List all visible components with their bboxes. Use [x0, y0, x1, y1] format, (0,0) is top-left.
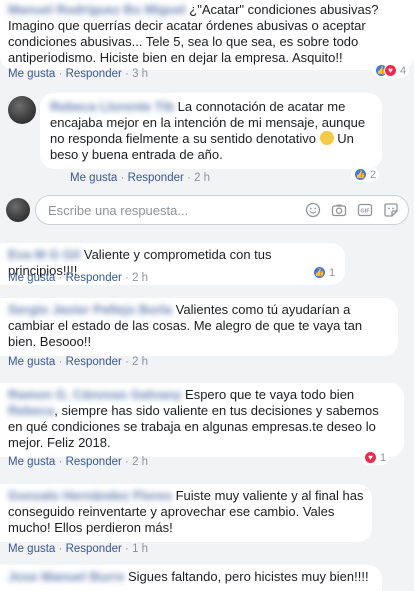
comment-text: Sigues faltando, pero hicistes muy bien!…	[127, 569, 369, 584]
comment-actions: Me gusta · Responder · 2 h	[8, 356, 149, 368]
like-icon: 👍	[354, 168, 367, 181]
comment-time[interactable]: 2 h	[132, 456, 148, 468]
comment-actions: Me gusta · Responder · 1 h	[8, 543, 149, 555]
like-icon: 👍	[313, 266, 326, 279]
comment-author[interactable]: Jose Manuel Burre	[8, 569, 124, 584]
smiley-icon	[319, 131, 334, 145]
comment-actions: Me gusta · Responder · 2 h	[70, 172, 211, 184]
comment-author[interactable]: Rebeca Llorente Tib	[50, 99, 174, 114]
comment-bubble: Rebeca Llorente Tib La connotación de ac…	[40, 93, 382, 169]
comment-author[interactable]: Eva M G Gil	[8, 247, 80, 262]
gif-icon[interactable]: GIF	[356, 201, 374, 219]
sticker-icon[interactable]	[382, 201, 400, 219]
reaction-summary[interactable]: 👍 ♥ 4	[372, 63, 410, 78]
reply-link[interactable]: Responder	[66, 356, 122, 368]
comment-text-after: , siempre has sido valiente en tus decis…	[8, 403, 379, 450]
comment-bubble: Sergio Javier Pellejo Borla Valientes co…	[0, 298, 398, 356]
comment-6: Gonzalo Hernández Flores Fuiste muy vali…	[0, 484, 414, 555]
comment-author[interactable]: Ramon G. Cánovas Galvany	[8, 387, 181, 402]
comment-bubble: Ramon G. Cánovas Galvany Espero que te v…	[0, 383, 404, 457]
like-link[interactable]: Me gusta	[8, 68, 55, 80]
reaction-summary[interactable]: 👍 1	[310, 265, 339, 280]
like-link[interactable]: Me gusta	[8, 456, 55, 468]
reaction-count: 2	[370, 168, 377, 181]
reaction-count: 4	[400, 64, 407, 77]
comment-actions: Me gusta · Responder · 2 h	[8, 456, 149, 468]
smiley-icon[interactable]	[304, 201, 322, 219]
avatar	[6, 198, 30, 222]
camera-icon[interactable]	[330, 201, 348, 219]
like-link[interactable]: Me gusta	[8, 272, 55, 284]
comment-3: Eva M G Gil Valiente y comprometida con …	[0, 243, 414, 285]
reply-link[interactable]: Responder	[128, 172, 184, 184]
comment-time[interactable]: 2 h	[194, 172, 210, 184]
reaction-count: 1	[329, 266, 336, 279]
reply-input[interactable]: Escribe una respuesta... GIF	[35, 195, 409, 225]
comment-author[interactable]: Sergio Javier Pellejo Borla	[8, 302, 172, 317]
svg-text:GIF: GIF	[360, 209, 370, 215]
love-icon: ♥	[384, 64, 397, 77]
like-link[interactable]: Me gusta	[70, 172, 117, 184]
mention[interactable]: Rebeca	[8, 403, 54, 418]
comment-1: Manuel Rodríguez Bo Miguel ¿"Acatar" con…	[0, 0, 414, 80]
like-link[interactable]: Me gusta	[8, 356, 55, 368]
comment-time[interactable]: 2 h	[132, 356, 148, 368]
comment-time[interactable]: 1 h	[132, 543, 148, 555]
reaction-count: 1	[380, 451, 387, 464]
reply-link[interactable]: Responder	[66, 272, 122, 284]
reply-link[interactable]: Responder	[66, 456, 122, 468]
comment-actions: Me gusta · Responder · 2 h	[8, 272, 149, 284]
comment-bubble: Jose Manuel Burre Sigues faltando, pero …	[0, 565, 382, 591]
comment-time[interactable]: 2 h	[132, 272, 148, 284]
comment-text: Espero que te vaya todo bien	[185, 387, 355, 402]
comment-5: Ramon G. Cánovas Galvany Espero que te v…	[0, 383, 414, 468]
reaction-summary[interactable]: 👍 2	[351, 167, 380, 182]
comment-bubble: Gonzalo Hernández Flores Fuiste muy vali…	[0, 484, 372, 542]
comment-author[interactable]: Gonzalo Hernández Flores	[8, 488, 172, 503]
comment-bubble: Manuel Rodríguez Bo Miguel ¿"Acatar" con…	[0, 0, 414, 70]
reply-input-icons: GIF	[304, 201, 400, 219]
like-link[interactable]: Me gusta	[8, 543, 55, 555]
comment-2: Rebeca Llorente Tib La connotación de ac…	[40, 93, 382, 184]
reply-link[interactable]: Responder	[66, 68, 122, 80]
comment-4: Sergio Javier Pellejo Borla Valientes co…	[0, 298, 414, 368]
comment-7: Jose Manuel Burre Sigues faltando, pero …	[0, 565, 414, 591]
comment-author[interactable]: Manuel Rodríguez Bo Miguel	[8, 2, 186, 17]
love-icon: ♥	[364, 451, 377, 464]
reply-link[interactable]: Responder	[66, 543, 122, 555]
reaction-summary[interactable]: ♥ 1	[361, 450, 390, 465]
reply-placeholder: Escribe una respuesta...	[48, 202, 189, 218]
comment-actions: Me gusta · Responder · 3 h	[8, 68, 149, 80]
avatar[interactable]	[8, 96, 36, 124]
comment-time[interactable]: 3 h	[132, 68, 148, 80]
